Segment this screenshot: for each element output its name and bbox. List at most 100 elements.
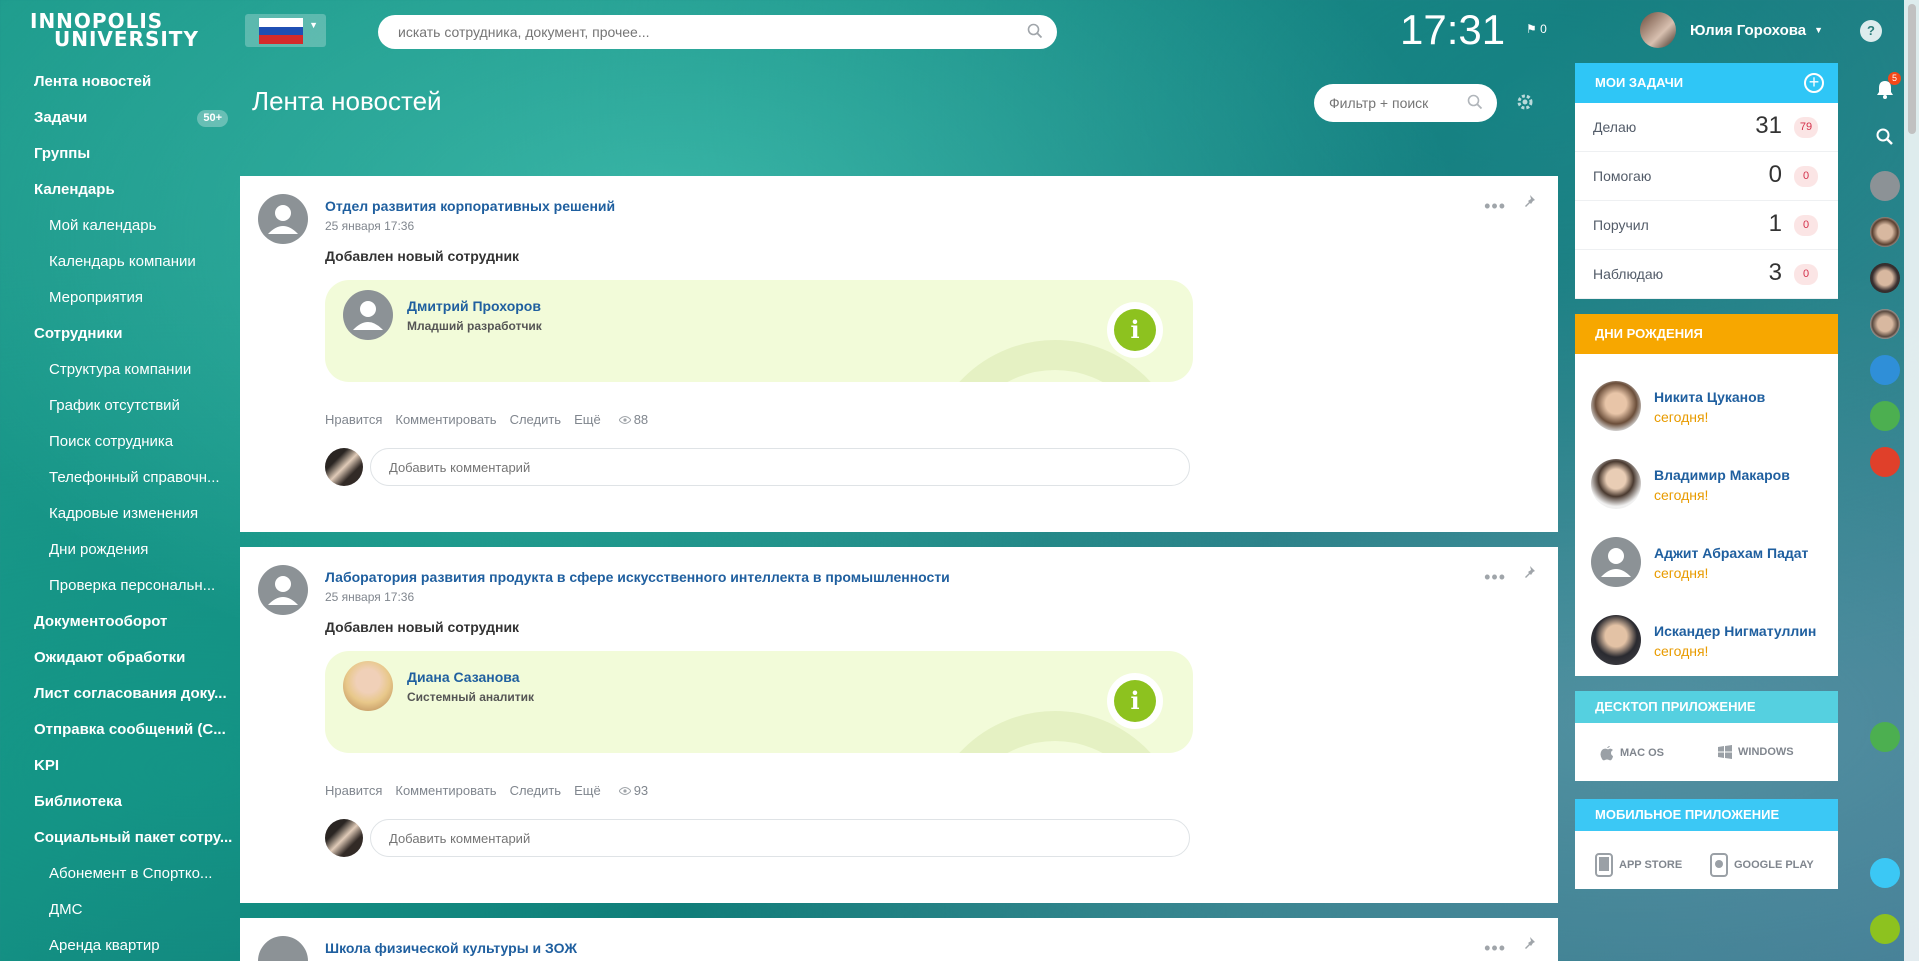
person-name[interactable]: Аджит Абрахам Падат <box>1654 545 1808 561</box>
group-chat-icon[interactable] <box>1870 355 1900 385</box>
more-dots-icon[interactable]: ••• <box>1484 938 1506 959</box>
mac-os-link[interactable]: MAC OS <box>1600 745 1664 761</box>
innopolis-logo[interactable]: INNOPOLIS UNIVERSITY <box>30 11 235 52</box>
page-scrollbar[interactable] <box>1904 0 1919 961</box>
comment-link[interactable]: Комментировать <box>395 783 496 798</box>
windows-link[interactable]: WINDOWS <box>1718 745 1794 759</box>
group-avatar[interactable] <box>258 194 308 244</box>
menu-item[interactable]: Лента новостей <box>0 66 240 102</box>
group-avatar[interactable] <box>258 565 308 615</box>
comment-field[interactable] <box>370 819 1190 857</box>
tasks-header[interactable]: МОИ ЗАДАЧИ + <box>1575 63 1838 103</box>
screen-share-icon[interactable] <box>1870 858 1900 888</box>
more-dots-icon[interactable]: ••• <box>1484 196 1506 217</box>
menu-item[interactable]: Календарь <box>0 174 240 210</box>
follow-link[interactable]: Следить <box>510 783 562 798</box>
menu-item[interactable]: Структура компании <box>0 354 240 390</box>
pin-icon[interactable] <box>1522 936 1536 950</box>
clock[interactable]: 17:31 <box>1400 6 1505 54</box>
notifications-button[interactable]: 5 <box>1870 72 1902 104</box>
menu-item[interactable]: Ожидают обработки <box>0 642 240 678</box>
tasks-row-assigned[interactable]: Поручил 1 0 <box>1575 201 1838 250</box>
views-counter[interactable]: 93 <box>618 783 648 798</box>
post-author-link[interactable]: Отдел развития корпоративных решений <box>325 198 615 214</box>
comment-input[interactable] <box>389 820 1169 856</box>
birthday-item[interactable]: Владимир Макаров сегодня! <box>1591 459 1831 511</box>
menu-item[interactable]: Дни рождения <box>0 534 240 570</box>
search-button[interactable] <box>1870 122 1900 152</box>
user-menu[interactable]: Юлия Горохова ▼ <box>1640 12 1823 48</box>
menu-item[interactable]: Мой календарь <box>0 210 240 246</box>
birthdays-header[interactable]: ДНИ РОЖДЕНИЯ <box>1575 314 1838 354</box>
comment-input[interactable] <box>389 449 1169 485</box>
person-name[interactable]: Никита Цуканов <box>1654 389 1765 405</box>
contact-avatar[interactable] <box>1870 171 1900 201</box>
more-link[interactable]: Ещё <box>574 412 601 427</box>
employee-name-link[interactable]: Дмитрий Прохоров <box>407 298 541 314</box>
menu-item[interactable]: Задачи 50+ <box>0 102 240 138</box>
phone-call-icon[interactable] <box>1870 914 1900 944</box>
birthday-item[interactable]: Аджит Абрахам Падат сегодня! <box>1591 537 1831 589</box>
menu-item[interactable]: Календарь компании <box>0 246 240 282</box>
tasks-row-watching[interactable]: Наблюдаю 3 0 <box>1575 250 1838 299</box>
views-counter[interactable]: 88 <box>618 412 648 427</box>
tasks-row-helping[interactable]: Помогаю 0 0 <box>1575 152 1838 201</box>
pin-icon[interactable] <box>1522 565 1536 579</box>
contact-avatar[interactable] <box>1870 722 1900 752</box>
menu-item[interactable]: Мероприятия <box>0 282 240 318</box>
search-icon[interactable] <box>1467 94 1483 110</box>
employee-name-link[interactable]: Диана Сазанова <box>407 669 520 685</box>
search-icon[interactable] <box>1027 23 1043 39</box>
google-play-link[interactable]: GOOGLE PLAY <box>1710 853 1814 877</box>
menu-item[interactable]: Сотрудники <box>0 318 240 354</box>
info-button[interactable]: i <box>1107 673 1163 729</box>
contact-avatar[interactable] <box>1870 217 1900 247</box>
filter-input[interactable] <box>1329 84 1469 122</box>
group-chat-icon[interactable] <box>1870 401 1900 431</box>
person-name[interactable]: Владимир Макаров <box>1654 467 1790 483</box>
menu-item[interactable]: ДМС <box>0 894 240 930</box>
pin-icon[interactable] <box>1522 194 1536 208</box>
contact-avatar[interactable] <box>1870 263 1900 293</box>
tasks-row-doing[interactable]: Делаю 31 79 <box>1575 103 1838 152</box>
menu-item[interactable]: Библиотека <box>0 786 240 822</box>
menu-item[interactable]: Поиск сотрудника <box>0 426 240 462</box>
employee-avatar[interactable] <box>343 290 393 340</box>
menu-item[interactable]: Социальный пакет сотру... <box>0 822 240 858</box>
like-link[interactable]: Нравится <box>325 783 382 798</box>
work-flag-counter[interactable]: ⚑ 0 <box>1526 22 1547 36</box>
employee-avatar[interactable] <box>343 661 393 711</box>
more-dots-icon[interactable]: ••• <box>1484 567 1506 588</box>
info-button[interactable]: i <box>1107 302 1163 358</box>
menu-item[interactable]: Отправка сообщений (С... <box>0 714 240 750</box>
comment-field[interactable] <box>370 448 1190 486</box>
gear-icon[interactable] <box>1515 92 1535 112</box>
menu-item[interactable]: Телефонный справочн... <box>0 462 240 498</box>
post-author-link[interactable]: Школа физической культуры и ЗОЖ <box>325 940 577 956</box>
like-link[interactable]: Нравится <box>325 412 382 427</box>
feed-filter[interactable] <box>1314 84 1497 122</box>
group-chat-icon[interactable] <box>1870 447 1900 477</box>
contact-avatar[interactable] <box>1870 309 1900 339</box>
menu-item[interactable]: Группы <box>0 138 240 174</box>
menu-item[interactable]: Лист согласования доку... <box>0 678 240 714</box>
comment-link[interactable]: Комментировать <box>395 412 496 427</box>
menu-item[interactable]: Кадровые изменения <box>0 498 240 534</box>
menu-item[interactable]: Документооборот <box>0 606 240 642</box>
add-task-button[interactable]: + <box>1804 73 1824 93</box>
menu-item[interactable]: Абонемент в Спортко... <box>0 858 240 894</box>
group-avatar[interactable] <box>258 936 308 961</box>
menu-item[interactable]: График отсутствий <box>0 390 240 426</box>
app-store-link[interactable]: APP STORE <box>1595 853 1682 877</box>
post-date[interactable]: 25 января 17:36 <box>325 590 414 604</box>
birthday-item[interactable]: Никита Цуканов сегодня! <box>1591 381 1831 433</box>
scrollbar-thumb[interactable] <box>1908 4 1916 134</box>
language-selector[interactable]: ▼ <box>245 14 326 47</box>
post-author-link[interactable]: Лаборатория развития продукта в сфере ис… <box>325 569 950 585</box>
menu-item[interactable]: Проверка персональн... <box>0 570 240 606</box>
more-link[interactable]: Ещё <box>574 783 601 798</box>
post-date[interactable]: 25 января 17:36 <box>325 219 414 233</box>
menu-item[interactable]: Аренда квартир <box>0 930 240 961</box>
global-search[interactable] <box>378 15 1057 49</box>
menu-item[interactable]: KPI <box>0 750 240 786</box>
